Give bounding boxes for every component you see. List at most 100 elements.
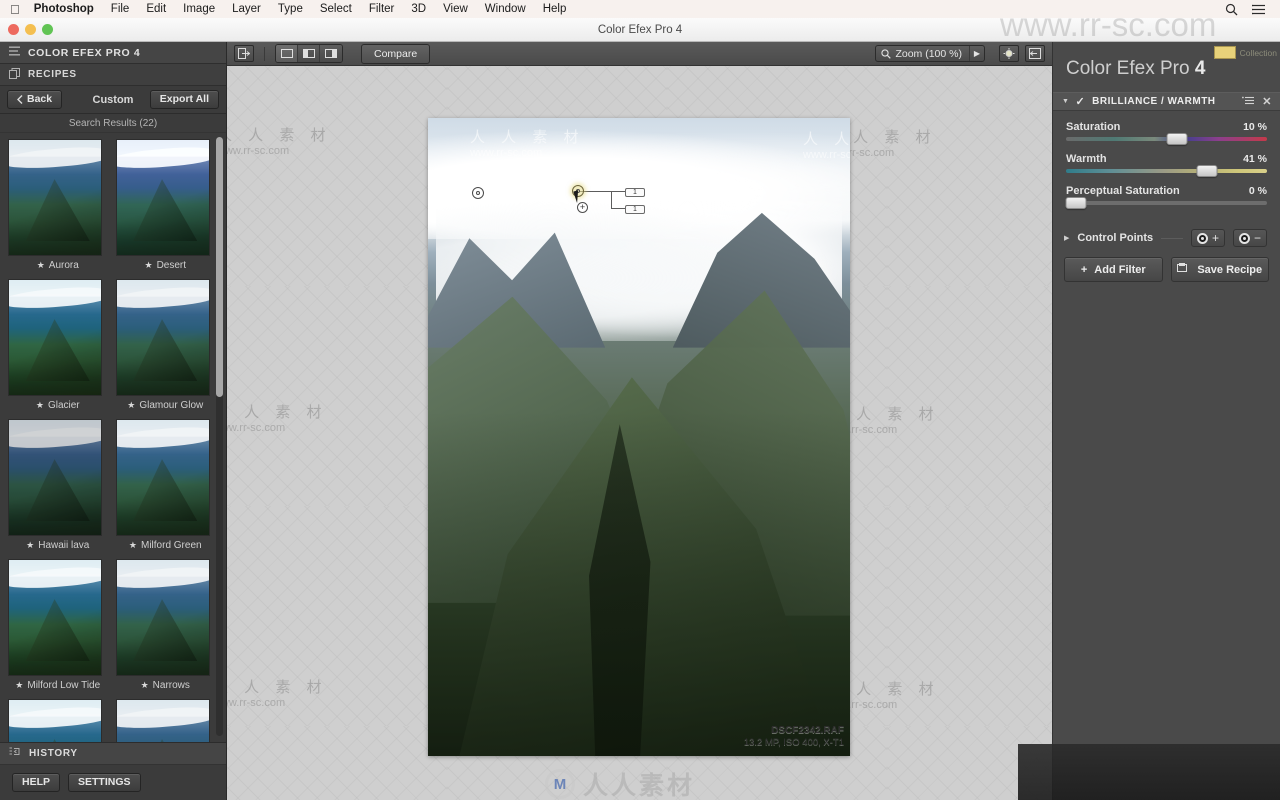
add-filter-label: Add Filter — [1094, 263, 1146, 276]
menu-item-view[interactable]: View — [443, 3, 468, 15]
list-menu-icon[interactable] — [1242, 96, 1255, 108]
control-point-slider-2[interactable]: 1 — [625, 205, 645, 214]
menu-item-select[interactable]: Select — [320, 3, 352, 15]
slider-perceptual-saturation-knob[interactable] — [1065, 197, 1087, 209]
view-single-icon[interactable] — [276, 45, 298, 62]
menu-item-3d[interactable]: 3D — [411, 3, 426, 15]
menu-item-layer[interactable]: Layer — [232, 3, 261, 15]
export-icon[interactable] — [234, 45, 254, 62]
menu-item-image[interactable]: Image — [183, 3, 215, 15]
recipe-thumbnail[interactable] — [115, 699, 210, 742]
triangle-down-icon[interactable]: ▼ — [1062, 98, 1069, 105]
collection-indicator[interactable]: Collection — [1213, 46, 1277, 59]
close-icon[interactable]: ✕ — [1262, 95, 1272, 108]
menu-item-photoshop[interactable]: Photoshop — [34, 3, 94, 15]
recipe-thumbnail[interactable] — [8, 139, 102, 256]
recipe-item-desert[interactable]: ★ Desert — [115, 139, 216, 275]
connector-line-vertical — [611, 191, 612, 209]
recipe-thumbnail[interactable] — [115, 279, 210, 396]
save-icon — [1177, 263, 1190, 276]
minimize-window-button[interactable] — [25, 24, 36, 35]
fullscreen-icon[interactable] — [1025, 45, 1045, 62]
recipe-thumbnail[interactable] — [115, 139, 210, 256]
menu-item-type[interactable]: Type — [278, 3, 303, 15]
star-icon[interactable]: ★ — [37, 260, 45, 271]
recipe-item-milford-low-tide[interactable]: ★ Milford Low Tide — [8, 559, 108, 695]
chevron-right-icon[interactable]: ▶ — [969, 46, 984, 61]
save-recipe-button[interactable]: Save Recipe — [1170, 257, 1269, 282]
watermark-cn-text: 人 人 素 材 — [227, 679, 328, 696]
search-icon[interactable] — [1225, 3, 1238, 16]
menu-item-filter[interactable]: Filter — [369, 3, 395, 15]
view-split-icon[interactable] — [298, 45, 320, 62]
window-traffic-lights — [8, 24, 53, 35]
slider-warmth-knob[interactable] — [1196, 165, 1218, 177]
add-control-point-icon[interactable]: + — [1190, 229, 1225, 247]
slider-warmth-track[interactable] — [1066, 165, 1267, 177]
recipes-scrollbar[interactable] — [216, 137, 223, 736]
window-title: Color Efex Pro 4 — [597, 23, 683, 36]
recipes-section-header[interactable]: RECIPES — [0, 64, 226, 86]
recipes-scrollbar-thumb[interactable] — [216, 137, 223, 397]
left-panel-footer: HELP SETTINGS — [0, 764, 226, 800]
recipe-thumbnail[interactable] — [115, 559, 210, 676]
recipe-item-partial-1[interactable] — [8, 699, 108, 742]
recipe-label: Milford Green — [141, 540, 202, 551]
history-section-header[interactable]: HISTORY — [0, 742, 226, 764]
recipe-thumbnail[interactable] — [8, 559, 102, 676]
view-mode-group — [275, 44, 343, 63]
recipe-item-hawaii-lava[interactable]: ★ Hawaii lava — [8, 419, 108, 555]
check-icon[interactable]: ✓ — [1075, 95, 1085, 108]
menu-item-window[interactable]: Window — [485, 3, 526, 15]
star-icon[interactable]: ★ — [129, 540, 137, 551]
maximize-window-button[interactable] — [42, 24, 53, 35]
recipe-item-aurora[interactable]: ★ Aurora — [8, 139, 108, 275]
star-icon[interactable]: ★ — [144, 260, 152, 271]
slider-saturation-label: Saturation — [1066, 121, 1121, 133]
zoom-label-wrap[interactable]: Zoom (100 %) — [876, 48, 969, 60]
back-button[interactable]: Back — [7, 89, 63, 110]
remove-control-point-icon[interactable]: − — [1232, 229, 1267, 247]
help-button[interactable]: HELP — [12, 772, 61, 793]
star-icon[interactable]: ★ — [15, 680, 23, 691]
settings-button[interactable]: SETTINGS — [68, 772, 141, 793]
triangle-right-icon[interactable]: ▶ — [1064, 234, 1069, 242]
view-sidebyside-icon[interactable] — [320, 45, 342, 62]
star-icon[interactable]: ★ — [141, 680, 149, 691]
slider-saturation-knob[interactable] — [1166, 133, 1188, 145]
add-filter-button[interactable]: + Add Filter — [1064, 257, 1163, 282]
recipes-scroll-area[interactable]: ★ Aurora ★ Desert ★ Glacier ★ Glamour Gl… — [0, 133, 226, 742]
menu-item-file[interactable]: File — [111, 3, 130, 15]
zoom-level-label: Zoom (100 %) — [895, 47, 962, 60]
recipe-thumbnail[interactable] — [115, 419, 210, 536]
recipe-thumbnail[interactable] — [8, 699, 102, 742]
menu-item-help[interactable]: Help — [543, 3, 567, 15]
macos-menubar:  Photoshop File Edit Image Layer Type S… — [0, 0, 1280, 18]
apple-icon[interactable]:  — [10, 3, 20, 16]
close-window-button[interactable] — [8, 24, 19, 35]
recipe-item-milford-green[interactable]: ★ Milford Green — [115, 419, 216, 555]
star-icon[interactable]: ★ — [36, 400, 44, 411]
slider-saturation-track[interactable] — [1066, 133, 1267, 145]
notification-center-icon[interactable] — [1252, 4, 1266, 15]
menu-item-edit[interactable]: Edit — [146, 3, 166, 15]
hamburger-icon[interactable] — [9, 46, 20, 59]
recipe-label: Glamour Glow — [139, 400, 204, 411]
watermark-cn-text: 人 人 素 材 — [227, 127, 332, 144]
recipe-item-glacier[interactable]: ★ Glacier — [8, 279, 108, 415]
recipe-thumbnail[interactable] — [8, 419, 102, 536]
export-all-button[interactable]: Export All — [149, 89, 219, 110]
control-point-slider-1[interactable]: 1 — [625, 188, 645, 197]
recipe-item-narrows[interactable]: ★ Narrows — [115, 559, 216, 695]
star-icon[interactable]: ★ — [26, 540, 34, 551]
control-point-1[interactable] — [472, 187, 484, 199]
slider-perceptual-saturation-track[interactable] — [1065, 197, 1267, 209]
recipe-thumbnail[interactable] — [8, 279, 102, 396]
zoom-control[interactable]: Zoom (100 %) ▶ — [875, 45, 985, 62]
recipe-item-glamour-glow[interactable]: ★ Glamour Glow — [115, 279, 216, 415]
star-icon[interactable]: ★ — [127, 400, 135, 411]
loupe-icon[interactable] — [999, 45, 1019, 62]
recipe-item-partial-2[interactable] — [115, 699, 216, 742]
canvas-viewport[interactable]: 人 人 素 材 www.rr-sc.com 人 人 素 材 www.rr-sc.… — [227, 66, 1052, 800]
compare-button[interactable]: Compare — [361, 43, 431, 64]
